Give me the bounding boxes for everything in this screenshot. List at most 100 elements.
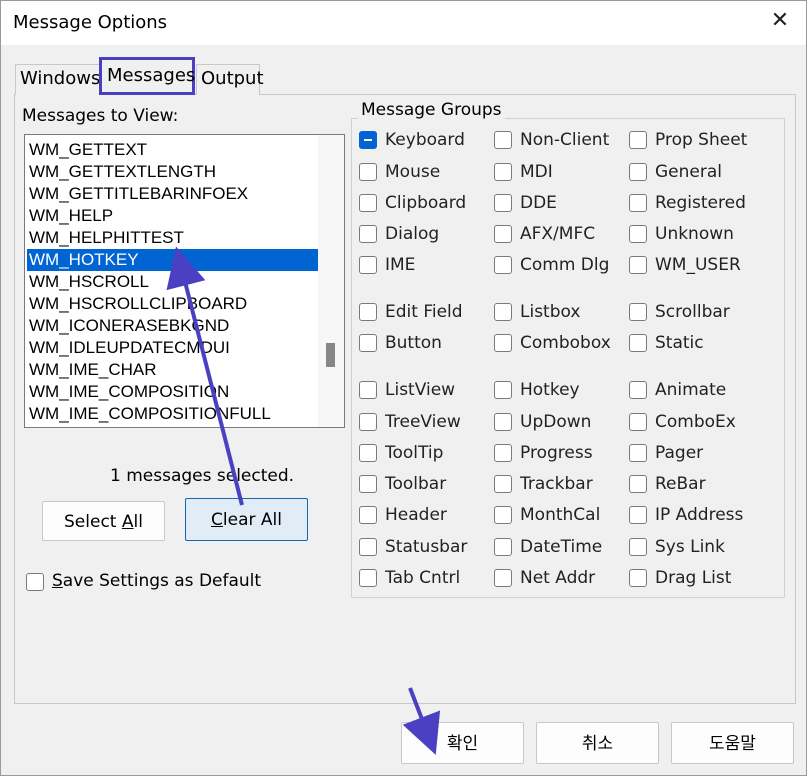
- checkbox-tooltip[interactable]: [359, 444, 377, 462]
- checkbox-prop-sheet[interactable]: [629, 131, 647, 149]
- tab-messages[interactable]: Messages: [99, 57, 195, 95]
- group-option-label: DDE: [520, 193, 557, 213]
- group-option-label: Net Addr: [520, 568, 596, 588]
- checkbox-sys-link[interactable]: [629, 538, 647, 556]
- checkbox-net-addr[interactable]: [494, 569, 512, 587]
- checkbox-scrollbar[interactable]: [629, 303, 647, 321]
- group-option-label: Statusbar: [385, 537, 468, 557]
- checkbox-header[interactable]: [359, 506, 377, 524]
- title-bar: Message Options ✕: [1, 1, 806, 45]
- checkbox-general[interactable]: [629, 163, 647, 181]
- checkbox-comm-dlg[interactable]: [494, 256, 512, 274]
- checkbox-combobox[interactable]: [494, 334, 512, 352]
- cancel-button[interactable]: 취소: [536, 722, 659, 764]
- group-option-label: ListView: [385, 380, 456, 400]
- group-option-label: Unknown: [655, 224, 734, 244]
- checkbox-toolbar[interactable]: [359, 475, 377, 493]
- group-option-label: Trackbar: [520, 474, 593, 494]
- messages-listbox[interactable]: WM_GETTEXT WM_GETTEXTLENGTH WM_GETTITLEBAR…: [24, 134, 345, 428]
- checkbox-updown[interactable]: [494, 413, 512, 431]
- ok-button[interactable]: 확인: [401, 722, 524, 764]
- list-item[interactable]: WM_GETTITLEBARINFOEX: [27, 183, 319, 205]
- checkbox-tab-cntrl[interactable]: [359, 569, 377, 587]
- message-groups-box: [351, 118, 785, 598]
- messages-to-view-label: Messages to View:: [22, 106, 179, 126]
- group-option-label: Sys Link: [655, 537, 725, 557]
- checkbox-ime[interactable]: [359, 256, 377, 274]
- checkbox-hotkey[interactable]: [494, 381, 512, 399]
- group-option-label: DateTime: [520, 537, 603, 557]
- checkbox-dde[interactable]: [494, 194, 512, 212]
- checkbox-rebar[interactable]: [629, 475, 647, 493]
- list-item[interactable]: WM_HSCROLLCLIPBOARD: [27, 293, 319, 315]
- tab-windows-label: Windows: [20, 68, 101, 89]
- list-item[interactable]: WM_GETTEXT: [27, 139, 319, 161]
- list-item[interactable]: WM_GETTEXTLENGTH: [27, 161, 319, 183]
- checkbox-trackbar[interactable]: [494, 475, 512, 493]
- list-item[interactable]: WM_IME_COMPOSITION: [27, 381, 319, 403]
- group-option-label: IP Address: [655, 505, 744, 525]
- group-option-label: Header: [385, 505, 447, 525]
- close-icon[interactable]: ✕: [768, 9, 792, 33]
- save-settings-label: Save Settings as Default: [52, 571, 262, 591]
- group-option-label: UpDown: [520, 412, 592, 432]
- checkbox-comboex[interactable]: [629, 413, 647, 431]
- list-item[interactable]: WM_IME_CHAR: [27, 359, 319, 381]
- checkbox-monthcal[interactable]: [494, 506, 512, 524]
- checkbox-unknown[interactable]: [629, 225, 647, 243]
- group-option-label: ToolTip: [385, 443, 444, 463]
- group-option-label: Listbox: [520, 302, 581, 322]
- checkbox-listview[interactable]: [359, 381, 377, 399]
- list-item[interactable]: WM_HSCROLL: [27, 271, 319, 293]
- group-option-label: ReBar: [655, 474, 706, 494]
- scrollbar-thumb[interactable]: [326, 343, 335, 367]
- checkbox-mouse[interactable]: [359, 163, 377, 181]
- checkbox-drag-list[interactable]: [629, 569, 647, 587]
- group-option-label: Combobox: [520, 333, 611, 353]
- group-option-label: Non-Client: [520, 130, 610, 150]
- checkbox-datetime[interactable]: [494, 538, 512, 556]
- group-option-label: TreeView: [385, 412, 461, 432]
- list-item[interactable]: WM_HELPHITTEST: [27, 227, 319, 249]
- help-button[interactable]: 도움말: [671, 722, 794, 764]
- group-option-label: Button: [385, 333, 442, 353]
- group-option-label: WM_USER: [655, 255, 741, 275]
- checkbox-statusbar[interactable]: [359, 538, 377, 556]
- list-item[interactable]: WM_HOTKEY: [27, 249, 319, 271]
- tab-windows[interactable]: Windows: [15, 64, 100, 95]
- selected-count-text: 1 messages selected.: [110, 466, 295, 486]
- checkbox-pager[interactable]: [629, 444, 647, 462]
- checkbox-animate[interactable]: [629, 381, 647, 399]
- list-item[interactable]: WM_ICONERASEBKGND: [27, 315, 319, 337]
- checkbox-non-client[interactable]: [494, 131, 512, 149]
- checkbox-wm-user[interactable]: [629, 256, 647, 274]
- list-item[interactable]: WM_IME_COMPOSITIONFULL: [27, 403, 319, 425]
- list-item[interactable]: WM_IDLEUPDATECMDUI: [27, 337, 319, 359]
- group-option-label: Tab Cntrl: [385, 568, 461, 588]
- clear-all-button[interactable]: Clear All: [185, 498, 308, 541]
- checkbox-dialog[interactable]: [359, 225, 377, 243]
- checkbox-treeview[interactable]: [359, 413, 377, 431]
- message-groups-title: Message Groups: [358, 100, 505, 120]
- tab-output[interactable]: Output: [196, 64, 264, 95]
- checkbox-static[interactable]: [629, 334, 647, 352]
- group-option-label: Prop Sheet: [655, 130, 748, 150]
- checkbox-registered[interactable]: [629, 194, 647, 212]
- checkbox-progress[interactable]: [494, 444, 512, 462]
- select-all-button[interactable]: Select All: [42, 501, 165, 541]
- list-item[interactable]: WM_HELP: [27, 205, 319, 227]
- checkbox-ip-address[interactable]: [629, 506, 647, 524]
- save-settings-checkbox[interactable]: [26, 573, 44, 591]
- checkbox-clipboard[interactable]: [359, 194, 377, 212]
- listbox-scrollbar[interactable]: [318, 135, 344, 427]
- checkbox-button[interactable]: [359, 334, 377, 352]
- tab-messages-label: Messages: [107, 65, 196, 86]
- checkbox-keyboard[interactable]: [359, 131, 377, 149]
- checkbox-listbox[interactable]: [494, 303, 512, 321]
- checkbox-afx-mfc[interactable]: [494, 225, 512, 243]
- group-option-label: MDI: [520, 162, 553, 182]
- checkbox-mdi[interactable]: [494, 163, 512, 181]
- window-title: Message Options: [13, 12, 168, 33]
- tab-output-label: Output: [201, 68, 264, 89]
- checkbox-edit-field[interactable]: [359, 303, 377, 321]
